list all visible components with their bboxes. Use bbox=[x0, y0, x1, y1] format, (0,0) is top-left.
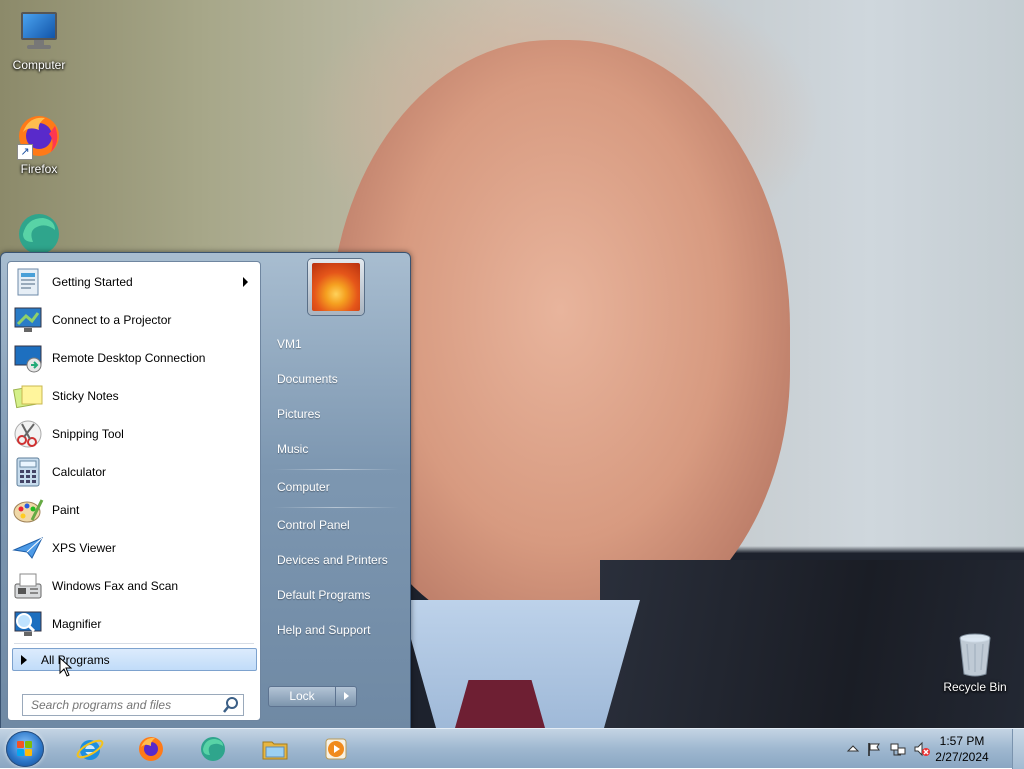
wallpaper-tie bbox=[455, 680, 545, 728]
program-label: Remote Desktop Connection bbox=[52, 351, 206, 365]
program-label: Snipping Tool bbox=[52, 427, 124, 441]
projector-icon bbox=[12, 304, 44, 336]
edge-icon bbox=[199, 735, 227, 763]
right-item-devices-printers[interactable]: Devices and Printers bbox=[263, 545, 403, 575]
clock-time: 1:57 PM bbox=[939, 734, 985, 748]
show-hidden-icons-icon[interactable] bbox=[845, 741, 861, 757]
desktop-icon-firefox[interactable]: ↗ Firefox bbox=[0, 112, 78, 176]
right-item-user-folder[interactable]: VM1 bbox=[263, 329, 403, 359]
firefox-icon: ↗ bbox=[15, 112, 63, 160]
start-search-box[interactable] bbox=[22, 694, 244, 716]
right-item-music[interactable]: Music bbox=[263, 434, 403, 464]
program-label: Getting Started bbox=[52, 275, 133, 289]
desktop-icon-label: Firefox bbox=[20, 162, 58, 176]
desktop-icon-label: Recycle Bin bbox=[943, 680, 1007, 694]
right-item-default-programs[interactable]: Default Programs bbox=[263, 580, 403, 610]
program-fax-scan[interactable]: Windows Fax and Scan bbox=[12, 568, 258, 604]
flower-picture-icon bbox=[312, 263, 360, 311]
network-icon[interactable] bbox=[890, 741, 906, 757]
windows-logo-icon bbox=[17, 741, 33, 757]
right-item-help-support[interactable]: Help and Support bbox=[263, 615, 403, 645]
start-button[interactable] bbox=[6, 731, 44, 767]
sticky-notes-icon bbox=[12, 380, 44, 412]
program-snipping-tool[interactable]: Snipping Tool bbox=[12, 416, 258, 452]
magnifier-icon bbox=[12, 608, 44, 640]
clock-date: 2/27/2024 bbox=[935, 750, 989, 764]
user-account-picture[interactable] bbox=[308, 259, 364, 315]
program-remote-desktop[interactable]: Remote Desktop Connection bbox=[12, 340, 258, 376]
search-input[interactable] bbox=[23, 697, 222, 713]
taskbar-file-explorer[interactable] bbox=[249, 731, 299, 767]
fax-scan-icon bbox=[12, 570, 44, 602]
media-player-icon bbox=[322, 735, 350, 763]
file-explorer-icon bbox=[261, 735, 289, 763]
program-calculator[interactable]: Calculator bbox=[12, 454, 258, 490]
lock-button[interactable]: Lock bbox=[268, 686, 336, 707]
search-icon[interactable] bbox=[222, 696, 240, 714]
program-label: Paint bbox=[52, 503, 80, 517]
all-programs-label: All Programs bbox=[41, 652, 110, 667]
taskbar: 1:57 PM 2/27/2024 bbox=[0, 728, 1024, 769]
taskbar-clock[interactable]: 1:57 PM 2/27/2024 bbox=[926, 733, 998, 765]
taskbar-internet-explorer[interactable] bbox=[64, 731, 114, 767]
right-separator bbox=[273, 507, 399, 508]
start-menu-programs-pane: Getting Started Connect to a Projector R… bbox=[7, 261, 261, 721]
programs-separator bbox=[14, 643, 254, 644]
program-label: Windows Fax and Scan bbox=[52, 579, 179, 593]
xps-viewer-icon bbox=[12, 532, 44, 564]
right-item-pictures[interactable]: Pictures bbox=[263, 399, 403, 429]
right-item-documents[interactable]: Documents bbox=[263, 364, 403, 394]
all-programs-button[interactable]: All Programs bbox=[12, 648, 257, 671]
recycle-bin-icon bbox=[951, 630, 999, 678]
firefox-icon bbox=[137, 735, 165, 763]
taskbar-edge[interactable] bbox=[187, 731, 237, 767]
remote-desktop-icon bbox=[12, 342, 44, 374]
shortcut-arrow-icon: ↗ bbox=[17, 144, 33, 160]
shutdown-options-arrow-button[interactable] bbox=[335, 686, 357, 707]
program-label: Magnifier bbox=[52, 617, 102, 631]
program-label: XPS Viewer bbox=[52, 541, 116, 555]
program-paint[interactable]: Paint bbox=[12, 492, 258, 528]
program-sticky-notes[interactable]: Sticky Notes bbox=[12, 378, 258, 414]
right-item-control-panel[interactable]: Control Panel bbox=[263, 510, 403, 540]
program-label: Calculator bbox=[52, 465, 107, 479]
desktop-icon-label: Computer bbox=[12, 58, 66, 72]
program-connect-to-projector[interactable]: Connect to a Projector bbox=[12, 302, 258, 338]
internet-explorer-icon bbox=[76, 735, 104, 763]
program-xps-viewer[interactable]: XPS Viewer bbox=[12, 530, 258, 566]
paint-icon bbox=[12, 494, 44, 526]
program-magnifier[interactable]: Magnifier bbox=[12, 606, 258, 642]
taskbar-media-player[interactable] bbox=[310, 731, 360, 767]
computer-icon bbox=[15, 8, 63, 56]
submenu-arrow-icon bbox=[243, 277, 248, 287]
show-desktop-button[interactable] bbox=[1012, 729, 1024, 769]
desktop-icon-recycle-bin[interactable]: Recycle Bin bbox=[936, 630, 1014, 694]
mouse-cursor-icon bbox=[59, 657, 73, 677]
right-item-computer[interactable]: Computer bbox=[263, 472, 403, 502]
right-separator bbox=[273, 469, 399, 470]
action-center-flag-icon[interactable] bbox=[866, 741, 882, 757]
program-getting-started[interactable]: Getting Started bbox=[12, 264, 258, 300]
calculator-icon bbox=[12, 456, 44, 488]
getting-started-icon bbox=[12, 266, 44, 298]
snipping-tool-icon bbox=[12, 418, 44, 450]
program-label: Sticky Notes bbox=[52, 389, 119, 403]
taskbar-firefox[interactable] bbox=[125, 731, 175, 767]
program-label: Connect to a Projector bbox=[52, 313, 172, 327]
expand-arrow-icon bbox=[21, 654, 27, 665]
desktop-icon-computer[interactable]: Computer bbox=[0, 8, 78, 72]
